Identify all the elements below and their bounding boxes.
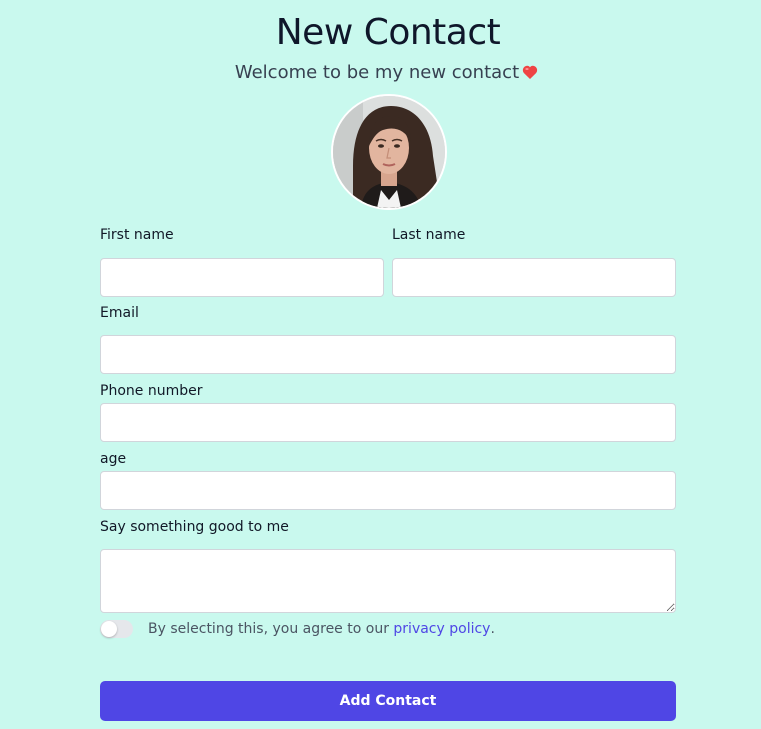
first-name-label: First name: [100, 227, 174, 243]
email-label: Email: [100, 305, 139, 321]
page-subtitle: Welcome to be my new contact: [0, 62, 761, 83]
phone-label: Phone number: [100, 383, 203, 399]
avatar: [331, 94, 447, 210]
toggle-knob: [101, 621, 117, 637]
avatar-photo: [333, 96, 445, 208]
privacy-toggle[interactable]: [100, 620, 133, 638]
first-name-input[interactable]: [100, 258, 384, 297]
last-name-label: Last name: [392, 227, 466, 243]
age-label: age: [100, 451, 127, 467]
phone-field[interactable]: [100, 403, 676, 442]
last-name-input[interactable]: [392, 258, 676, 297]
subtitle-text: Welcome to be my new contact: [234, 62, 520, 83]
agreement-label: By selecting this, you agree to our: [148, 621, 394, 637]
email-field[interactable]: [100, 335, 676, 374]
add-contact-button[interactable]: Add Contact: [100, 681, 676, 721]
age-field[interactable]: [100, 471, 676, 510]
message-textarea[interactable]: [100, 549, 676, 613]
privacy-policy-link[interactable]: privacy policy: [393, 621, 490, 637]
page-title: New Contact: [275, 12, 501, 53]
agreement-suffix: .: [490, 621, 495, 637]
heart-icon: [523, 65, 538, 79]
message-label: Say something good to me: [100, 519, 289, 535]
agreement-text: By selecting this, you agree to our priv…: [148, 621, 495, 637]
